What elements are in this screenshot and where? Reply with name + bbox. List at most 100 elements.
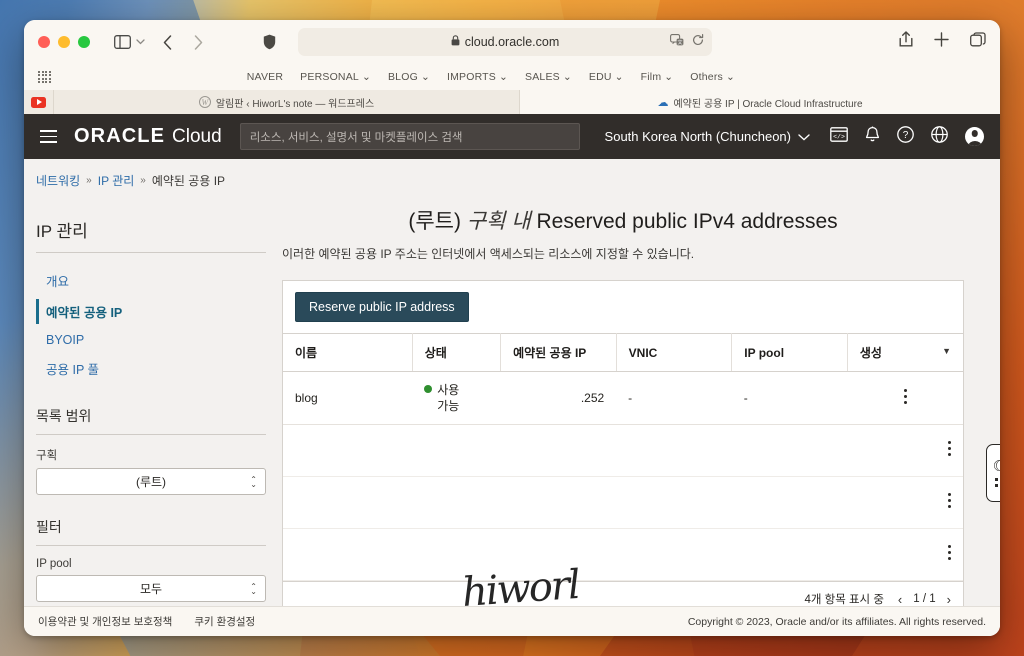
prev-page-button[interactable]: ‹ [898,592,902,607]
window-controls[interactable] [38,36,90,48]
empty-row [283,529,963,582]
svg-text:?: ? [903,130,909,141]
page-columns: IP 관리 개요 예약된 공용 IP BYOIP 공용 IP 풀 목록 범위 구… [24,189,1000,618]
help-icon[interactable]: ? [897,125,914,148]
divider [36,545,266,546]
chevron-down-icon[interactable] [136,39,145,45]
list-scope-title: 목록 범위 [36,408,92,424]
chevron-down-icon[interactable]: ▼ [942,346,951,356]
dark-mode-moon-icon[interactable]: ☾ [993,459,1000,474]
user-avatar-icon[interactable] [965,127,984,146]
tab-strip: W 알림판 ‹ HiworL's note — 워드프레스 ☁ 예약된 공용 I… [24,90,1000,114]
footer-link-terms[interactable]: 이용약관 및 개인정보 보호정책 [38,614,172,629]
chevron-down-icon: ⌄ [499,71,508,83]
row-actions-kebab-icon[interactable] [948,545,951,563]
chevron-down-icon: ⌄ [664,71,674,83]
oci-header-icons: </> ? [830,125,984,148]
accessibility-widget[interactable]: ☾ [986,444,1000,502]
page-title-main: Reserved public IPv4 addresses [536,210,838,233]
column-header-reserved-ip[interactable]: 예약된 공용 IP [500,333,617,372]
cell-ip-pool: - [731,371,848,426]
empty-rows-area [283,425,963,582]
page-indicator: 1 / 1 [913,593,936,606]
sidebar-item-public-ip-pool[interactable]: 공용 IP 풀 [36,353,278,384]
breadcrumb-item-ip-management[interactable]: IP 관리 [98,172,135,189]
sidebar-title: IP 관리 [36,222,88,241]
region-selector[interactable]: South Korea North (Chuncheon) [605,129,810,144]
compartment-select[interactable]: (루트) ⌃ ⌄ [36,468,266,495]
youtube-icon [31,96,46,108]
address-bar[interactable]: cloud.oracle.com 文 [298,28,712,56]
oci-top-nav: ORACLE Cloud 리소스, 서비스, 설명서 및 마켓플레이스 검색 S… [24,114,1000,159]
empty-row [283,477,963,530]
browser-tab-oracle[interactable]: ☁ 예약된 공용 IP | Oracle Cloud Infrastructur… [520,90,1000,114]
row-actions-kebab-icon[interactable] [948,441,951,459]
ip-pool-filter-select[interactable]: 모두 ⌃ ⌄ [36,575,266,602]
toolbar-right-actions [899,31,986,53]
row-actions-kebab-icon[interactable] [948,493,951,511]
bell-icon[interactable] [865,126,880,148]
column-header-status[interactable]: 상태 [412,333,502,372]
privacy-shield-icon[interactable] [263,34,276,50]
reload-icon[interactable] [692,33,704,51]
maximize-window-button[interactable] [78,36,90,48]
cloud-shell-icon[interactable]: </> [830,126,848,147]
cell-actions[interactable] [847,371,963,426]
favorite-edu[interactable]: EDU ⌄ [589,71,624,83]
column-header-vnic[interactable]: VNIC [616,333,733,372]
sidebar-item-overview[interactable]: 개요 [36,265,278,296]
pinned-tab-youtube[interactable] [24,90,54,114]
share-icon[interactable] [899,31,913,53]
breadcrumb-separator: » [140,175,146,186]
url-text: cloud.oracle.com [464,35,560,49]
accessibility-dots-icon[interactable] [994,477,1000,488]
search-placeholder-text: 리소스, 서비스, 설명서 및 마켓플레이스 검색 [249,131,463,144]
plus-icon[interactable] [934,32,949,52]
chevron-down-icon: ⌄ [726,71,735,83]
oracle-cloud-page: ORACLE Cloud 리소스, 서비스, 설명서 및 마켓플레이스 검색 S… [24,114,1000,636]
globe-icon[interactable] [931,125,948,148]
favorite-others[interactable]: Others ⌄ [690,71,735,83]
favorite-blog[interactable]: BLOG ⌄ [388,71,430,83]
next-page-button[interactable]: › [947,592,951,607]
oracle-cloud-logo[interactable]: ORACLE Cloud [74,125,222,148]
page-title-italic: 구획 내 [466,210,531,233]
column-header-name[interactable]: 이름 [283,333,413,372]
browser-window: cloud.oracle.com 文 NAVER PERSONAL ⌄ BLOG… [24,20,1000,636]
apps-grid-icon[interactable] [38,70,51,84]
breadcrumb: 네트워킹 » IP 관리 » 예약된 공용 IP [24,159,1000,189]
ip-pool-filter-label: IP pool [36,558,72,570]
favorite-naver[interactable]: NAVER [247,71,283,83]
table-row[interactable]: blog 사용 가능 .252 - - [283,371,963,426]
browser-tab-wordpress[interactable]: W 알림판 ‹ HiworL's note — 워드프레스 [54,90,520,114]
reserve-public-ip-button[interactable]: Reserve public IP address [295,292,469,322]
item-count-label: 4개 항목 표시 중 [804,594,884,607]
favorite-film[interactable]: Film ⌄ [641,71,674,83]
favorite-sales[interactable]: SALES ⌄ [525,71,572,83]
pagination: ‹ 1 / 1 › [898,592,951,607]
translate-icon[interactable]: 文 [670,33,684,51]
back-button[interactable] [163,34,172,50]
sidebar-item-reserved-public-ip[interactable]: 예약된 공용 IP [36,296,278,327]
column-header-ip-pool[interactable]: IP pool [731,333,848,372]
lock-icon [451,35,460,49]
close-window-button[interactable] [38,36,50,48]
minimize-window-button[interactable] [58,36,70,48]
column-header-created[interactable]: 생성 ▼ [847,333,963,372]
tab-overview-icon[interactable] [970,32,986,52]
copyright-text: Copyright © 2023, Oracle and/or its affi… [687,615,986,628]
tab-title: 예약된 공용 IP | Oracle Cloud Infrastructure [673,98,863,110]
sidebar-item-byoip[interactable]: BYOIP [36,327,278,353]
svg-text:</>: </> [833,133,845,140]
chevron-down-icon [798,129,810,144]
hamburger-menu-icon[interactable] [40,130,57,143]
main-content: (루트) 구획 내 Reserved public IPv4 addresses… [278,201,1000,618]
global-search-input[interactable]: 리소스, 서비스, 설명서 및 마켓플레이스 검색 [239,123,580,150]
forward-button[interactable] [194,34,203,50]
favorite-personal[interactable]: PERSONAL ⌄ [300,71,371,83]
breadcrumb-item-networking[interactable]: 네트워킹 [36,172,80,189]
row-actions-kebab-icon[interactable] [859,389,951,405]
sidebar-icon[interactable] [114,35,131,49]
footer-link-cookies[interactable]: 쿠키 환경설정 [194,614,255,629]
favorite-imports[interactable]: IMPORTS ⌄ [447,71,508,83]
